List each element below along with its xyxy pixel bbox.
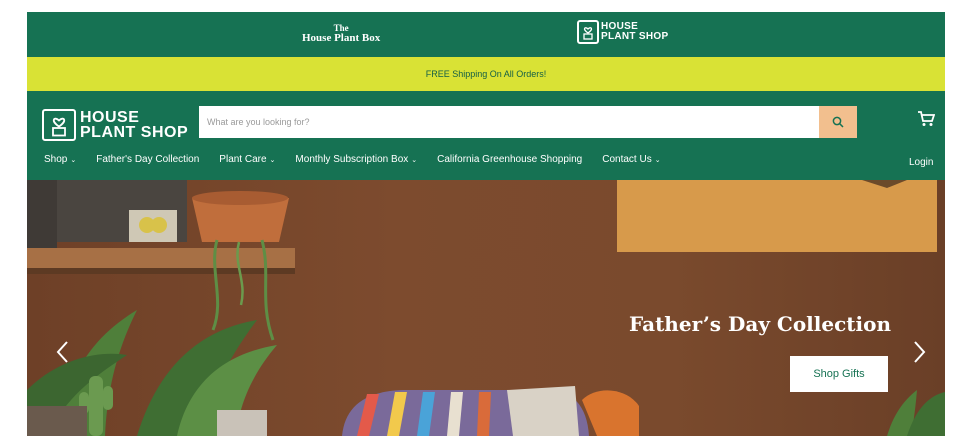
hero-title: Father’s Day Collection	[629, 312, 891, 336]
plantshop-brand-link[interactable]: HOUSE PLANT SHOP	[577, 20, 668, 44]
site-logo-line1: HOUSE	[80, 109, 140, 126]
nav-item-plant-care[interactable]: Plant Care ⌄	[219, 154, 275, 165]
chevron-left-icon	[56, 341, 68, 363]
chevron-down-icon: ⌄	[70, 157, 77, 164]
nav-item-label: Shop	[44, 154, 68, 165]
slide-next-button[interactable]	[913, 340, 927, 369]
nav-item-label: Monthly Subscription Box	[295, 154, 409, 165]
nav-item-shop[interactable]: Shop ⌄	[44, 154, 76, 165]
plantbox-brand-line2: House Plant Box	[302, 32, 381, 44]
main-header: HOUSE PLANT SHOP Shop⌄ Father's Day C	[27, 91, 945, 180]
site-logo[interactable]: HOUSE PLANT SHOP	[42, 109, 188, 141]
brand-bar: The House Plant Box HOUSE PLANT SHOP	[27, 12, 945, 57]
house-plant-logo-icon	[42, 109, 76, 141]
slide-prev-button[interactable]	[55, 340, 69, 369]
site-logo-text: HOUSE PLANT SHOP	[80, 109, 189, 141]
plantshop-brand-line2: PLANT SHOP	[601, 31, 669, 42]
announcement-text: FREE Shipping On All Orders!	[425, 69, 547, 79]
login-link[interactable]: Login	[909, 157, 933, 168]
nav-item-fathers-day[interactable]: Father's Day Collection	[96, 154, 199, 165]
shop-gifts-button[interactable]: Shop Gifts	[790, 356, 888, 392]
cart-icon	[918, 111, 936, 126]
cart-button[interactable]	[917, 111, 936, 132]
nav-item-label: Father's Day Collection	[96, 154, 200, 165]
search-input[interactable]	[199, 106, 819, 138]
hero-slideshow: Father’s Day Collection Shop Gifts	[27, 180, 945, 436]
page-frame: The House Plant Box HOUSE PLANT SHOP FRE…	[27, 12, 945, 436]
nav-item-subscription-box[interactable]: Monthly Subscription Box ⌄	[295, 154, 417, 165]
nav-item-greenhouse-shopping[interactable]: California Greenhouse Shopping	[437, 154, 582, 165]
nav-item-label: California Greenhouse Shopping	[437, 154, 583, 165]
site-logo-line2: PLANT SHOP	[80, 124, 189, 141]
house-plant-logo-icon	[577, 20, 599, 44]
plantbox-brand-link[interactable]: The House Plant Box	[302, 24, 380, 44]
nav-item-contact-us[interactable]: Contact Us ⌄	[602, 154, 660, 165]
search-button[interactable]	[819, 106, 857, 138]
chevron-down-icon: ⌄	[411, 157, 418, 164]
chevron-right-icon	[914, 341, 926, 363]
hero-background-image	[27, 180, 945, 436]
announcement-bar: FREE Shipping On All Orders!	[27, 57, 945, 91]
chevron-down-icon: ⌄	[269, 157, 276, 164]
main-nav: Shop ⌄ Father's Day Collection Plant Care…	[44, 154, 661, 165]
nav-item-label: Plant Care	[219, 154, 267, 165]
nav-item-label: Contact Us	[602, 154, 652, 165]
chevron-down-icon: ⌄	[654, 157, 661, 164]
search-icon	[832, 116, 844, 128]
plantshop-brand-text: HOUSE PLANT SHOP	[601, 22, 668, 42]
